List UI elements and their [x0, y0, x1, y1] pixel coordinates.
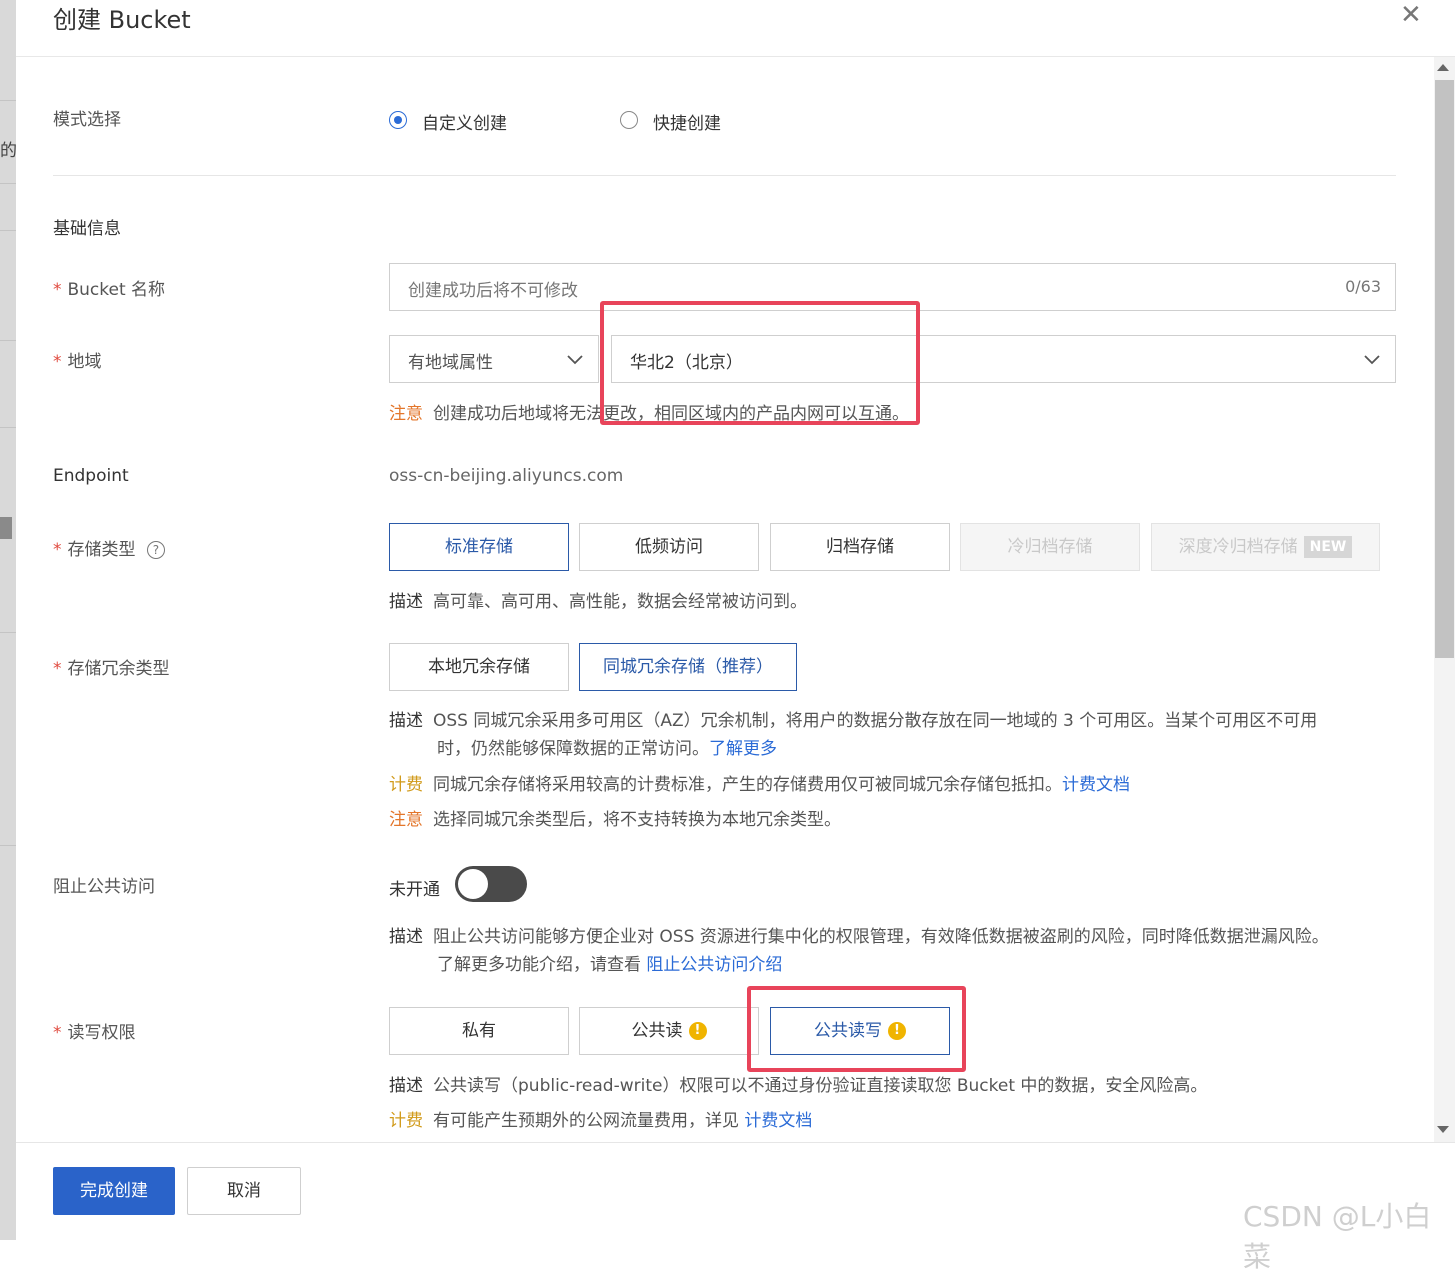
- region-type-value: 有地域属性: [408, 353, 493, 373]
- header-divider: [16, 56, 1455, 57]
- block-public-label: 阻止公共访问: [53, 877, 155, 897]
- acl-public-read-option[interactable]: 公共读!: [579, 1007, 759, 1055]
- warning-icon: !: [688, 1022, 707, 1040]
- acl-label: * 读写权限: [53, 1023, 136, 1043]
- highlight-box-region: [600, 301, 920, 425]
- redundancy-note: 注意 选择同城冗余类型后，将不支持转换为本地冗余类型。: [389, 810, 841, 830]
- bucket-name-count: 0/63: [1345, 277, 1381, 296]
- confirm-create-button[interactable]: 完成创建: [53, 1167, 175, 1215]
- close-icon[interactable]: ✕: [1400, 0, 1422, 30]
- help-icon[interactable]: ?: [146, 541, 165, 559]
- block-public-desc: 描述 阻止公共访问能够方便企业对 OSS 资源进行集中化的权限管理，有效降低数据被…: [389, 927, 1329, 975]
- storage-deep-cold-archive-option: 深度冷归档存储 NEW: [1151, 523, 1380, 571]
- chevron-down-icon: [1364, 355, 1380, 365]
- acl-fee: 计费 有可能产生预期外的公网流量费用，详见 计费文档: [389, 1111, 813, 1131]
- redundancy-fee: 计费 同城冗余存储将采用较高的计费标准，产生的存储费用仅可被同城冗余存储包抵扣。计…: [389, 775, 1130, 795]
- basic-info-title: 基础信息: [53, 219, 121, 239]
- storage-ia-option[interactable]: 低频访问: [579, 523, 759, 571]
- fee-doc-link[interactable]: 计费文档: [1062, 775, 1130, 795]
- mode-label: 模式选择: [53, 110, 121, 130]
- watermark: CSDN @L小白菜: [1243, 1200, 1432, 1273]
- scroll-up-arrow-icon[interactable]: [1437, 64, 1449, 71]
- background-page-strip: 的: [0, 0, 17, 1240]
- block-public-toggle[interactable]: [455, 866, 527, 902]
- radio-custom-create[interactable]: [389, 111, 407, 129]
- cancel-button[interactable]: 取消: [187, 1167, 301, 1215]
- radio-quick-create[interactable]: [620, 111, 638, 129]
- redundancy-desc: 描述 OSS 同城冗余采用多可用区（AZ）冗余机制，将用户的数据分散存放在同一地域…: [389, 711, 1318, 759]
- redundancy-zrs-option[interactable]: 同城冗余存储（推荐）: [579, 643, 797, 691]
- endpoint-value: oss-cn-beijing.aliyuncs.com: [389, 466, 624, 486]
- storage-cold-archive-option: 冷归档存储: [960, 523, 1140, 571]
- storage-class-label: * 存储类型 ?: [53, 535, 165, 560]
- bucket-name-label: * Bucket 名称: [53, 280, 166, 300]
- dialog-title: 创建 Bucket: [53, 6, 191, 34]
- block-public-intro-link[interactable]: 阻止公共访问介绍: [646, 955, 782, 975]
- bucket-name-placeholder: 创建成功后将不可修改: [408, 281, 578, 301]
- storage-class-desc: 描述 高可靠、高可用、高性能，数据会经常被访问到。: [389, 592, 807, 612]
- section-divider: [53, 175, 1396, 176]
- acl-fee-doc-link[interactable]: 计费文档: [744, 1111, 812, 1131]
- storage-standard-option[interactable]: 标准存储: [389, 523, 569, 571]
- acl-private-option[interactable]: 私有: [389, 1007, 569, 1055]
- radio-quick-create-label[interactable]: 快捷创建: [653, 109, 721, 134]
- redundancy-label: * 存储冗余类型: [53, 659, 170, 679]
- scroll-down-arrow-icon[interactable]: [1437, 1126, 1449, 1133]
- region-label: * 地域: [53, 352, 102, 372]
- block-public-status: 未开通: [389, 880, 440, 900]
- acl-desc: 描述 公共读写（public-read-write）权限可以不通过身份验证直接读取…: [389, 1076, 1208, 1096]
- storage-archive-option[interactable]: 归档存储: [770, 523, 950, 571]
- region-type-select[interactable]: 有地域属性: [389, 335, 599, 383]
- redundancy-lrs-option[interactable]: 本地冗余存储: [389, 643, 569, 691]
- radio-custom-create-label[interactable]: 自定义创建: [422, 109, 507, 134]
- highlight-box-acl: [747, 986, 966, 1072]
- new-badge: NEW: [1303, 536, 1353, 558]
- chevron-down-icon: [567, 355, 583, 365]
- learn-more-link[interactable]: 了解更多: [709, 739, 777, 759]
- scrollbar-thumb[interactable]: [1435, 80, 1454, 658]
- endpoint-label: Endpoint: [53, 466, 129, 486]
